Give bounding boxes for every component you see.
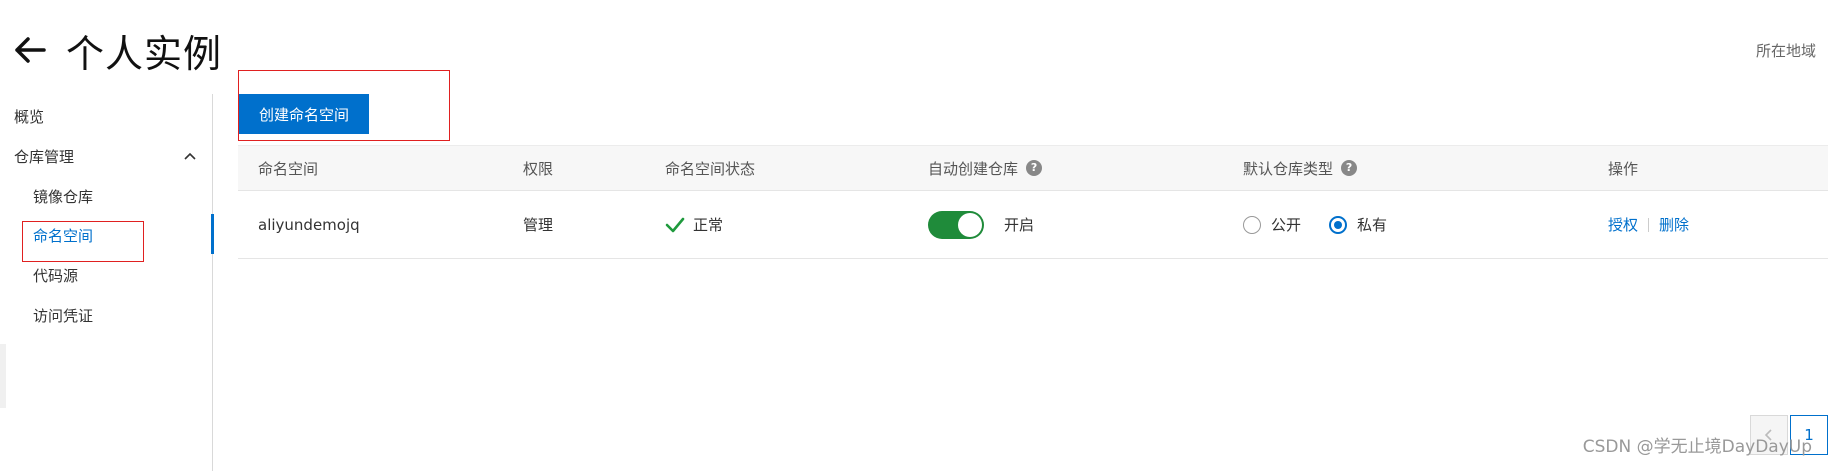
namespace-table: 命名空间 权限 命名空间状态 自动创建仓库 ? 默认仓库类型 ? 操作 aliy… — [238, 145, 1828, 455]
column-header-permission: 权限 — [523, 159, 554, 178]
column-header-actions: 操作 — [1608, 159, 1639, 178]
radio-public[interactable] — [1243, 215, 1261, 234]
column-header-auto-create-label: 自动创建仓库 — [928, 159, 1019, 178]
toggle-knob — [958, 212, 982, 237]
page-header: 个人实例 — [12, 24, 222, 76]
sidebar-active-indicator — [211, 214, 214, 254]
page-title: 个人实例 — [66, 31, 223, 76]
sidebar-item-overview[interactable]: 概览 — [14, 105, 44, 129]
sidebar-item-repo-management[interactable]: 仓库管理 — [14, 145, 74, 169]
column-header-auto-create: 自动创建仓库 ? — [928, 146, 1043, 190]
auto-create-cell: 开启 — [928, 191, 1034, 258]
column-header-repo-type-label: 默认仓库类型 — [1243, 159, 1334, 178]
chevron-up-icon[interactable] — [182, 148, 198, 164]
actions-cell: 授权 删除 — [1608, 191, 1689, 258]
back-arrow-icon[interactable] — [12, 32, 48, 68]
table-header: 命名空间 权限 命名空间状态 自动创建仓库 ? 默认仓库类型 ? 操作 — [238, 145, 1828, 191]
watermark: CSDN @学无止境DayDayUp — [1582, 437, 1812, 457]
region-label[interactable]: 所在地域 — [1756, 40, 1816, 61]
create-namespace-button[interactable]: 创建命名空间 — [239, 94, 369, 134]
help-icon[interactable]: ? — [1341, 160, 1358, 176]
status-cell: 正常 — [665, 191, 723, 258]
auto-create-label: 开启 — [1004, 216, 1035, 234]
table-row: aliyundemojq 管理 正常 开启 公开 私有 授权 删除 — [238, 191, 1828, 259]
authorize-link[interactable]: 授权 — [1608, 214, 1638, 235]
help-icon[interactable]: ? — [1026, 160, 1043, 176]
sidebar-item-access-credentials[interactable]: 访问凭证 — [33, 304, 93, 328]
column-header-repo-type: 默认仓库类型 ? — [1243, 146, 1358, 190]
sidebar-collapse-handle[interactable] — [0, 344, 6, 408]
radio-private-label[interactable]: 私有 — [1357, 214, 1387, 235]
column-header-status: 命名空间状态 — [665, 159, 756, 178]
namespace-name: aliyundemojq — [258, 215, 360, 234]
permission-value: 管理 — [523, 216, 554, 234]
radio-private[interactable] — [1329, 215, 1348, 234]
highlight-box-namespaces — [22, 221, 144, 262]
delete-link[interactable]: 删除 — [1659, 214, 1689, 235]
sidebar-item-code-source[interactable]: 代码源 — [33, 264, 78, 288]
check-icon — [665, 217, 685, 232]
action-divider — [1648, 217, 1650, 232]
auto-create-toggle[interactable] — [928, 210, 984, 239]
sidebar: 概览 仓库管理 镜像仓库 命名空间 代码源 访问凭证 — [0, 94, 214, 471]
sidebar-item-image-repos[interactable]: 镜像仓库 — [33, 185, 93, 209]
radio-public-label[interactable]: 公开 — [1271, 214, 1301, 235]
status-text: 正常 — [693, 216, 724, 234]
column-header-namespace: 命名空间 — [258, 159, 319, 178]
repo-type-cell: 公开 私有 — [1243, 191, 1415, 258]
